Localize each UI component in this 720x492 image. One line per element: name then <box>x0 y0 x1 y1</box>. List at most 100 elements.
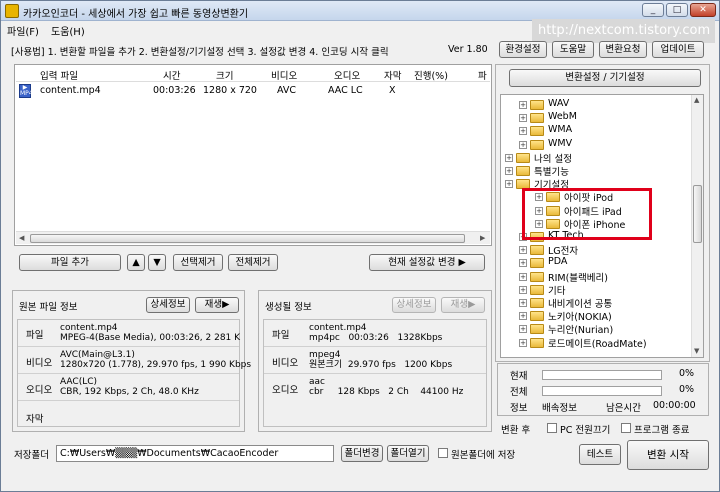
tree-item[interactable]: + 나의 설정 <box>501 151 691 165</box>
col-time[interactable]: 시간 <box>163 68 180 82</box>
source-detail-button[interactable]: 상세정보 <box>146 297 190 313</box>
expand-icon[interactable]: + <box>519 246 527 255</box>
pc-off-label: PC 전원끄기 <box>560 425 611 436</box>
save-folder-input[interactable]: C:₩Users₩▒▒▒₩Documents₩CacaoEncoder <box>56 445 334 462</box>
update-button[interactable]: 업데이트 <box>652 41 704 58</box>
expand-icon[interactable]: + <box>519 114 527 123</box>
scroll-thumb[interactable] <box>30 234 465 243</box>
move-down-button[interactable]: ▼ <box>148 254 166 271</box>
col-video[interactable]: 비디오 <box>271 68 297 82</box>
version-label: Ver 1.80 <box>448 44 488 55</box>
tree-item[interactable]: + WebM <box>501 111 691 124</box>
tree-item[interactable]: + WMA <box>501 124 691 137</box>
source-subtitle-row: 자막 <box>18 400 239 427</box>
tree-item[interactable]: + PDA <box>501 256 691 269</box>
source-audio-label: 오디오 <box>26 385 53 396</box>
col-overflow[interactable]: 파 <box>478 68 487 82</box>
tree-scroll-thumb[interactable] <box>693 185 702 243</box>
settings-button[interactable]: 환경설정 <box>499 41 547 58</box>
expand-icon[interactable]: + <box>505 180 513 189</box>
table-row[interactable]: ▶ MP4 content.mp4 00:03:26 1280 x 720 AVC… <box>16 83 490 99</box>
move-up-button[interactable]: ▲ <box>127 254 145 271</box>
tree-item[interactable]: + 로드메이트(RoadMate) <box>501 336 691 350</box>
tree-item[interactable]: + RIM(블랙베리) <box>501 270 691 284</box>
tree-item[interactable]: + 노키아(NOKIA) <box>501 309 691 323</box>
output-info-group: 생성될 정보 상세정보 재생▶ 파일 content.mp4 mp4pc 00:… <box>258 290 492 432</box>
menu-file[interactable]: 파일(F) <box>7 23 39 38</box>
help-button[interactable]: 도움말 <box>552 41 594 58</box>
tree-item[interactable]: + 기타 <box>501 283 691 297</box>
tree-item[interactable]: + LG전자 <box>501 243 691 257</box>
file-list[interactable]: 입력 파일 시간 크기 비디오 오디오 자막 진행(%) 파 ▶ MP4 cont… <box>14 64 492 246</box>
col-input-file[interactable]: 입력 파일 <box>40 68 78 82</box>
folder-icon <box>530 100 544 110</box>
tree-item-label: 기타 <box>548 285 566 297</box>
change-folder-button[interactable]: 폴더변경 <box>341 445 383 462</box>
folder-icon <box>530 311 544 322</box>
source-info-title: 원본 파일 정보 <box>19 302 78 313</box>
output-video-label: 비디오 <box>272 358 299 369</box>
exit-program-label: 프로그램 종료 <box>634 425 690 436</box>
expand-icon[interactable]: + <box>519 285 527 294</box>
scroll-right-icon[interactable]: ▶ <box>480 234 485 242</box>
expand-icon[interactable]: + <box>519 127 527 136</box>
tree-item[interactable]: + 내비게이션 공통 <box>501 296 691 310</box>
settings-header-button[interactable]: 변환설정 / 기기설정 <box>509 69 701 87</box>
file-list-hscrollbar[interactable]: ◀ ▶ <box>16 231 490 244</box>
expand-icon[interactable]: + <box>505 153 513 162</box>
expand-icon[interactable]: + <box>519 140 527 149</box>
expand-icon[interactable]: + <box>519 325 527 334</box>
col-progress[interactable]: 진행(%) <box>414 68 448 82</box>
output-detail-button[interactable]: 상세정보 <box>392 297 436 313</box>
tree-item-label: WMV <box>548 137 573 149</box>
open-folder-button[interactable]: 폴더열기 <box>387 445 429 462</box>
remove-selected-button[interactable]: 선택제거 <box>173 254 223 271</box>
pc-off-checkbox[interactable] <box>547 423 557 433</box>
output-info-title: 생성될 정보 <box>265 302 312 313</box>
expand-icon[interactable]: + <box>519 338 527 347</box>
scroll-left-icon[interactable]: ◀ <box>19 234 24 242</box>
expand-icon[interactable]: + <box>519 259 527 268</box>
settings-tree-scrollbar[interactable]: ▲ ▼ <box>691 95 703 357</box>
source-audio-row: 오디오 AAC(LC) CBR, 192 Kbps, 2 Ch, 48.0 KH… <box>18 373 239 400</box>
mp4-file-icon: ▶ MP4 <box>19 84 33 98</box>
source-audio-value: AAC(LC) CBR, 192 Kbps, 2 Ch, 48.0 KHz <box>60 377 199 397</box>
test-button[interactable]: 테스트 <box>579 444 621 465</box>
expand-icon[interactable]: + <box>519 272 527 281</box>
request-button[interactable]: 변환요청 <box>599 41 647 58</box>
source-file-value: content.mp4 MPEG-4(Base Media), 00:03:26… <box>60 323 241 343</box>
expand-icon[interactable]: + <box>519 312 527 321</box>
folder-icon <box>530 337 544 348</box>
tree-item[interactable]: + 누리안(Nurian) <box>501 322 691 336</box>
col-audio[interactable]: 오디오 <box>334 68 360 82</box>
tree-item[interactable]: + WMV <box>501 138 691 151</box>
expand-icon[interactable]: + <box>519 101 527 109</box>
scroll-down-icon[interactable]: ▼ <box>694 347 699 355</box>
apply-settings-button[interactable]: 현재 설정값 변경 ▶ <box>369 254 485 271</box>
col-subtitle[interactable]: 자막 <box>384 68 401 82</box>
app-window: 카카오인코더 - 세상에서 가장 쉽고 빠른 동영상변환기 _ □ ✕ 파일(F… <box>0 0 720 492</box>
maximize-button[interactable]: □ <box>666 3 688 17</box>
tree-item[interactable]: + 특별기능 <box>501 164 691 178</box>
output-file-value: content.mp4 mp4pc 00:03:26 1328Kbps <box>309 323 443 343</box>
scroll-up-icon[interactable]: ▲ <box>694 96 699 104</box>
minimize-button[interactable]: _ <box>642 3 664 17</box>
start-convert-button[interactable]: 변환 시작 <box>627 440 709 470</box>
source-play-button[interactable]: 재생▶ <box>195 297 239 313</box>
output-video-value: mpeg4 원본크기 29.970 fps 1200 Kbps <box>309 350 453 370</box>
col-size[interactable]: 크기 <box>216 68 233 82</box>
total-percent: 0% <box>679 384 695 395</box>
tree-item[interactable]: + WAV <box>501 98 691 111</box>
exit-program-checkbox[interactable] <box>621 423 631 433</box>
current-percent: 0% <box>679 368 695 379</box>
expand-icon[interactable]: + <box>519 299 527 307</box>
add-file-button[interactable]: 파일 추가 <box>19 254 121 271</box>
menu-help[interactable]: 도움(H) <box>51 23 85 38</box>
tree-item-label: 특별기능 <box>534 167 569 178</box>
expand-icon[interactable]: + <box>505 167 513 175</box>
output-play-button[interactable]: 재생▶ <box>441 297 485 313</box>
close-button[interactable]: ✕ <box>690 3 716 17</box>
speed-info: 배속정보 <box>542 403 577 414</box>
save-original-checkbox[interactable] <box>438 448 448 458</box>
remove-all-button[interactable]: 전체제거 <box>228 254 278 271</box>
